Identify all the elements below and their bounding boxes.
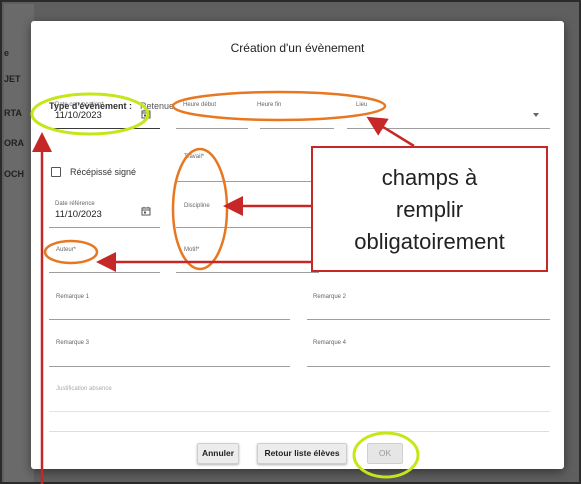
heure-debut-underline [176,128,248,129]
dialog-footer-divider [49,431,549,432]
recepisse-label: Récépissé signé [70,167,137,177]
heure-debut-label: Heure début [183,102,217,108]
remarque-3-label: Remarque 3 [56,340,90,346]
motif-label: Motif* [184,247,200,253]
lieu-underline [347,128,550,129]
background-menu-item: RTA [4,108,22,118]
lieu-label: Lieu [356,102,368,108]
travail-underline [176,181,319,182]
discipline-underline [176,227,319,228]
background-menu-item: JET [4,74,21,84]
justification-field[interactable]: Justification absence [56,386,112,392]
heure-fin-field[interactable]: Heure fin [257,102,281,108]
required-fields-annotation: champs à remplir obligatoirement [311,146,548,272]
motif-field[interactable]: Motif* [184,247,199,253]
date-reference-value[interactable]: 11/10/2023 [55,209,102,220]
date-reference-underline [49,227,160,228]
chevron-down-icon[interactable] [533,113,539,117]
date-convocation-underline [49,128,160,129]
heure-debut-field[interactable]: Heure début [183,102,216,108]
motif-underline [176,272,319,273]
back-to-students-button[interactable]: Retour liste élèves [257,443,347,464]
date-convocation-label: Date convocation* [55,102,104,108]
lieu-field[interactable]: Lieu [356,102,367,108]
remarque-2-field[interactable]: Remarque 2 [313,294,346,300]
date-convocation-field[interactable]: Date convocation* 11/10/2023 [55,102,104,121]
travail-label: Travail* [184,154,205,160]
annotation-line-1: champs à [381,165,478,190]
remarque-4-label: Remarque 4 [313,340,347,346]
calendar-icon[interactable] [141,109,151,119]
remarque-1-label: Remarque 1 [56,294,90,300]
remarque-2-label: Remarque 2 [313,294,347,300]
remarque-1-field[interactable]: Remarque 1 [56,294,89,300]
remarque-4-field[interactable]: Remarque 4 [313,340,346,346]
remarque-1-underline [49,319,290,320]
auteur-underline [49,272,160,273]
remarque-3-underline [49,366,290,367]
background-menu-item: ORA [4,138,24,148]
annotation-line-3: obligatoirement [354,229,505,254]
justification-label: Justification absence [56,386,112,392]
auteur-field[interactable]: Auteur* [56,247,76,253]
remarque-4-underline [307,366,550,367]
remarque-2-underline [307,319,550,320]
ok-button[interactable]: OK [367,443,403,464]
recepisse-checkbox[interactable] [51,167,61,177]
discipline-field[interactable]: Discipline [184,203,210,209]
heure-fin-underline [260,128,334,129]
date-convocation-value[interactable]: 11/10/2023 [55,110,104,121]
discipline-label: Discipline [184,203,210,209]
dialog-title: Création d'un évènement [230,41,365,55]
cancel-button[interactable]: Annuler [197,443,239,464]
date-reference-field[interactable]: Date référence 11/10/2023 [55,201,102,220]
annotation-line-2: remplir [395,197,464,222]
travail-field[interactable]: Travail* [184,154,204,160]
date-reference-label: Date référence [55,201,95,207]
justification-underline [49,411,550,412]
background-menu-item: OCH [4,169,24,179]
calendar-icon[interactable] [141,206,151,216]
heure-fin-label: Heure fin [257,102,282,108]
remarque-3-field[interactable]: Remarque 3 [56,340,89,346]
background-menu-item: e [4,48,10,58]
auteur-label: Auteur* [56,247,77,253]
